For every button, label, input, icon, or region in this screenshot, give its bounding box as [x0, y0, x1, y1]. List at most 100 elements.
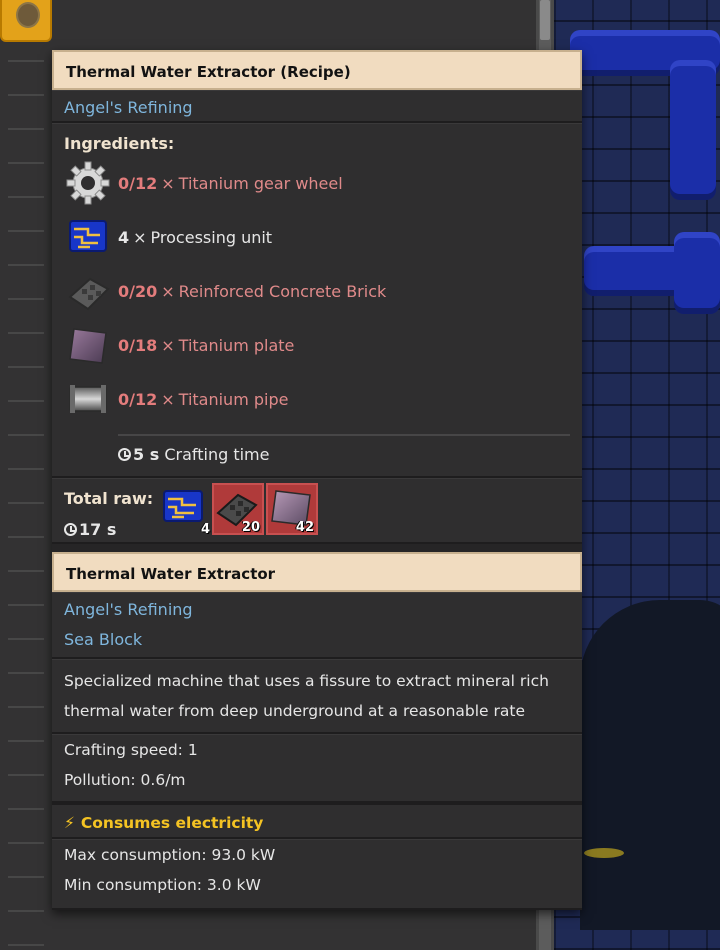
- clock-icon: [118, 448, 131, 461]
- slot-divider: [8, 876, 44, 878]
- ingredient-row: 4 × Processing unit: [52, 210, 582, 264]
- quickbar-slot-column: [0, 0, 52, 950]
- power-stats-section: Max consumption: 93.0 kW Min consumption…: [52, 839, 582, 910]
- crafting-speed: Crafting speed: 1: [64, 741, 198, 759]
- processing-unit-icon: [64, 213, 112, 261]
- ingredient-row: 0/12 × Titanium pipe: [52, 372, 582, 426]
- entity-description: Specialized machine that uses a fissure …: [52, 659, 582, 734]
- slot-divider: [8, 808, 44, 810]
- raw-item-count: 20: [241, 520, 260, 535]
- marker-plate: [584, 848, 624, 858]
- ingredient-text: 0/18 × Titanium plate: [118, 336, 294, 355]
- recipe-mod-name: Angel's Refining: [64, 98, 193, 117]
- raw-item-titanium-plate: 42: [266, 483, 318, 535]
- ingredient-count: 4: [118, 227, 130, 247]
- crafting-time: 5 s Crafting time: [52, 436, 582, 476]
- recipe-title: Thermal Water Extractor (Recipe): [52, 50, 582, 90]
- gear-icon: [64, 159, 112, 207]
- multiplier-sign: ×: [133, 227, 147, 247]
- total-raw-time-value: 17 s: [79, 520, 117, 539]
- scroll-thumb[interactable]: [540, 0, 550, 40]
- description-line: thermal water from deep underground at a…: [64, 702, 525, 720]
- multiplier-sign: ×: [161, 389, 175, 409]
- max-consumption: Max consumption: 93.0 kW: [64, 846, 276, 864]
- multiplier-sign: ×: [161, 335, 175, 355]
- slot-divider: [8, 944, 44, 946]
- slot-divider: [8, 774, 44, 776]
- multiplier-sign: ×: [161, 173, 175, 193]
- slot-divider: [8, 298, 44, 300]
- ingredient-text: 0/12 × Titanium gear wheel: [118, 174, 343, 193]
- ingredient-count: 0/20: [118, 281, 158, 301]
- description-line: Specialized machine that uses a fissure …: [64, 672, 549, 690]
- slot-divider: [8, 672, 44, 674]
- titanium-plate-icon: [64, 321, 112, 369]
- ingredients-section: Ingredients: 0/12 × Titanium gear wheel …: [52, 123, 582, 478]
- pollution: Pollution: 0.6/m: [64, 771, 186, 789]
- crafting-time-label: Crafting time: [164, 445, 270, 464]
- slot-divider: [8, 468, 44, 470]
- ingredient-row: 0/20 × Reinforced Concrete Brick: [52, 264, 582, 318]
- crafting-time-value: 5 s: [133, 445, 160, 464]
- slot-divider: [8, 434, 44, 436]
- ingredient-name: Reinforced Concrete Brick: [178, 281, 387, 301]
- entity-title: Thermal Water Extractor: [52, 552, 582, 592]
- shadowed-terrain: [580, 600, 720, 930]
- ingredient-count: 0/18: [118, 335, 158, 355]
- pipe-segment: [670, 60, 716, 200]
- total-raw-time: 17 s: [64, 520, 116, 539]
- slot-divider: [8, 264, 44, 266]
- raw-item-processing-unit: 4: [160, 483, 212, 537]
- ingredient-text: 4 × Processing unit: [118, 228, 272, 247]
- total-raw-section: Total raw: 17 s 4 20 42: [52, 478, 582, 544]
- ingredient-row: 0/12 × Titanium gear wheel: [52, 156, 582, 210]
- slot-divider: [8, 706, 44, 708]
- slot-divider: [8, 638, 44, 640]
- lightning-icon: ⚡: [64, 814, 75, 832]
- ingredient-name: Titanium plate: [178, 335, 295, 355]
- slot-divider: [8, 536, 44, 538]
- total-raw-label: Total raw:: [64, 489, 154, 508]
- entity-stats-section: Crafting speed: 1 Pollution: 0.6/m: [52, 734, 582, 803]
- ingredient-text: 0/20 × Reinforced Concrete Brick: [118, 282, 386, 301]
- entity-mods-section: Angel's Refining Sea Block: [52, 592, 582, 659]
- clock-icon: [64, 523, 77, 536]
- slot-divider: [8, 400, 44, 402]
- ingredient-row: 0/18 × Titanium plate: [52, 318, 582, 372]
- entity-mod-name: Angel's Refining: [64, 600, 193, 619]
- ingredient-name: Processing unit: [150, 227, 273, 247]
- slot-divider: [8, 94, 44, 96]
- titanium-pipe-icon: [64, 375, 112, 423]
- tooltip-gap: [52, 544, 582, 552]
- slot-divider: [8, 196, 44, 198]
- slot-divider: [8, 910, 44, 912]
- raw-item-count: 42: [295, 520, 314, 535]
- power-header: ⚡ Consumes electricity: [52, 803, 582, 839]
- power-header-label: Consumes electricity: [80, 814, 264, 832]
- ingredient-name: Titanium gear wheel: [178, 173, 343, 193]
- slot-divider: [8, 230, 44, 232]
- slot-divider: [8, 162, 44, 164]
- ingredient-count: 0/12: [118, 389, 158, 409]
- slot-divider: [8, 128, 44, 130]
- recipe-mod-section: Angel's Refining: [52, 90, 582, 123]
- slot-divider: [8, 332, 44, 334]
- thermal-extractor-icon: [16, 2, 40, 28]
- recipe-tooltip: Thermal Water Extractor (Recipe) Angel's…: [52, 50, 582, 910]
- pipe-segment: [674, 232, 720, 314]
- entity-mod-name: Sea Block: [64, 630, 143, 649]
- slot-divider: [8, 502, 44, 504]
- slot-divider: [8, 740, 44, 742]
- slot-divider: [8, 366, 44, 368]
- concrete-brick-icon: [64, 267, 112, 315]
- ingredient-name: Titanium pipe: [178, 389, 289, 409]
- raw-item-count: 4: [200, 522, 210, 537]
- ingredients-label: Ingredients:: [64, 134, 175, 153]
- ingredient-text: 0/12 × Titanium pipe: [118, 390, 288, 409]
- raw-item-concrete-brick: 20: [212, 483, 264, 535]
- selected-slot[interactable]: [0, 0, 52, 42]
- slot-divider: [8, 60, 44, 62]
- slot-divider: [8, 604, 44, 606]
- multiplier-sign: ×: [161, 281, 175, 301]
- min-consumption: Min consumption: 3.0 kW: [64, 876, 261, 894]
